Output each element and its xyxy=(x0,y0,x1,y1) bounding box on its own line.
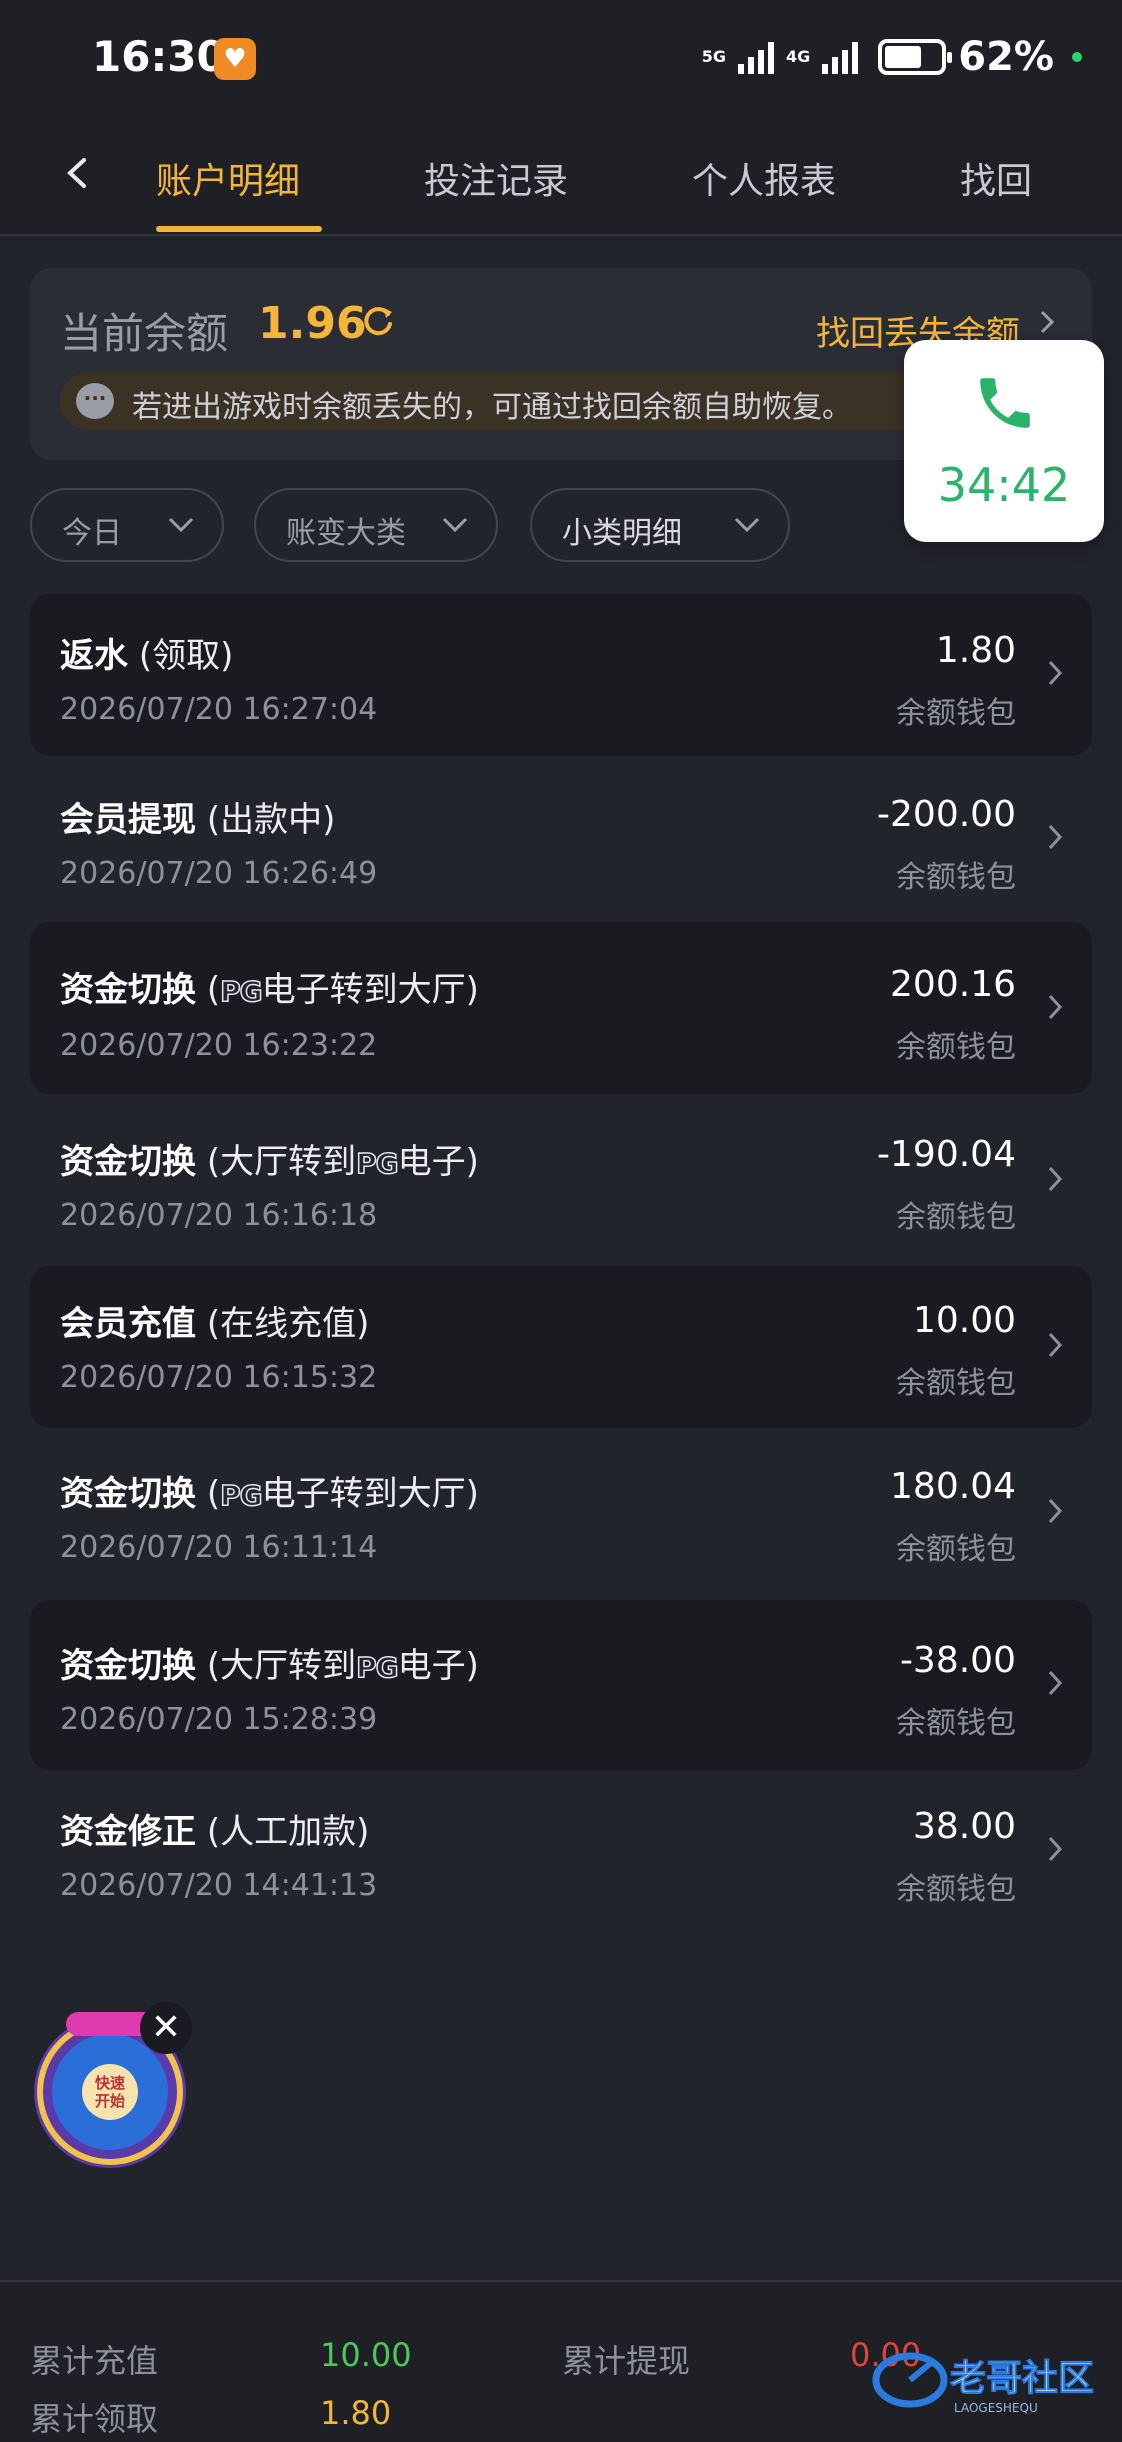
svg-text:LAOGESHEQU: LAOGESHEQU xyxy=(954,2401,1038,2415)
transaction-amount: -38.00 xyxy=(899,1640,1016,1681)
network-4g-label: 4G xyxy=(785,47,811,66)
transaction-row[interactable]: 资金切换 (大厅转到PG电子) 2026/07/20 16:16:18 -190… xyxy=(30,1100,1092,1266)
filter-subcategory-label: 小类明细 xyxy=(562,516,682,551)
pg-logo: PG xyxy=(355,1650,399,1685)
transaction-title: 会员提现 (出款中) xyxy=(60,800,336,840)
chevron-right-icon xyxy=(1048,1836,1063,1862)
transaction-amount: -190.04 xyxy=(877,1134,1016,1175)
transaction-time: 2026/07/20 16:26:49 xyxy=(60,856,378,891)
transaction-title: 资金切换 (大厅转到PG电子) xyxy=(60,1142,479,1182)
back-button[interactable] xyxy=(58,148,98,198)
transaction-time: 2026/07/20 16:23:22 xyxy=(60,1028,378,1063)
tab-recover[interactable]: 找回 xyxy=(960,152,1032,204)
chat-bubble-icon: ··· xyxy=(76,383,114,419)
filter-date[interactable]: 今日 xyxy=(30,488,224,562)
nav-bar: 账户明细 投注记录 个人报表 找回 xyxy=(0,118,1122,236)
transaction-time: 2026/07/20 16:15:32 xyxy=(60,1360,378,1395)
filter-category-label: 账变大类 xyxy=(286,516,406,551)
balance-label: 当前余额 xyxy=(60,309,229,358)
balance-amount: 1.96 xyxy=(258,298,367,349)
transaction-time: 2026/07/20 14:41:13 xyxy=(60,1868,378,1903)
chevron-right-icon xyxy=(1048,660,1063,686)
svg-text:开始: 开始 xyxy=(95,2092,125,2110)
filter-subcategory[interactable]: 小类明细 xyxy=(530,488,790,562)
transaction-title: 资金切换 (PG电子转到大厅) xyxy=(60,1474,479,1514)
total-deposit-label: 累计充值 xyxy=(30,2342,159,2380)
chevron-right-icon xyxy=(1048,1166,1063,1192)
chevron-right-icon xyxy=(1048,1670,1063,1696)
pg-logo: PG xyxy=(219,1478,263,1513)
tab-personal-report[interactable]: 个人报表 xyxy=(692,152,836,204)
transaction-row[interactable]: 返水 (领取) 2026/07/20 16:27:04 1.80 余额钱包 xyxy=(30,594,1092,756)
chevron-down-icon xyxy=(168,517,194,533)
game-badge-label: 快速 xyxy=(95,2074,125,2092)
transaction-row[interactable]: 资金切换 (PG电子转到大厅) 2026/07/20 16:23:22 200.… xyxy=(30,922,1092,1094)
pg-logo: PG xyxy=(219,974,263,1009)
transaction-title: 资金切换 (大厅转到PG电子) xyxy=(60,1646,479,1686)
transaction-wallet: 余额钱包 xyxy=(896,1872,1016,1907)
chevron-right-icon xyxy=(1048,824,1063,850)
transaction-wallet: 余额钱包 xyxy=(896,1030,1016,1065)
transaction-time: 2026/07/20 16:27:04 xyxy=(60,692,378,727)
transaction-title: 会员充值 (在线充值) xyxy=(60,1304,370,1344)
svg-text:老哥社区: 老哥社区 xyxy=(950,2358,1094,2399)
tab-account-detail[interactable]: 账户明细 xyxy=(156,152,300,204)
battery-percent: 62% xyxy=(958,34,1054,80)
transaction-title: 资金切换 (PG电子转到大厅) xyxy=(60,970,479,1010)
battery-icon xyxy=(878,39,953,75)
call-duration: 34:42 xyxy=(937,458,1071,512)
transaction-wallet: 余额钱包 xyxy=(896,696,1016,731)
transaction-title: 返水 (领取) xyxy=(60,636,234,676)
status-indicators: 5G 4G 62% xyxy=(702,32,1082,82)
status-dot-icon xyxy=(1072,52,1082,62)
call-widget[interactable]: 34:42 xyxy=(904,340,1104,542)
status-bar: 16:30 ♥ 5G 4G 62% xyxy=(0,0,1122,118)
refresh-icon[interactable] xyxy=(358,302,398,342)
tab-bet-records[interactable]: 投注记录 xyxy=(424,152,568,204)
watermark-logo: 老哥社区 LAOGESHEQU xyxy=(872,2352,1095,2415)
heart-app-icon: ♥ xyxy=(214,38,256,80)
transaction-row[interactable]: 会员提现 (出款中) 2026/07/20 16:26:49 -200.00 余… xyxy=(30,758,1092,920)
transaction-row[interactable]: 资金切换 (大厅转到PG电子) 2026/07/20 15:28:39 -38.… xyxy=(30,1600,1092,1770)
transaction-wallet: 余额钱包 xyxy=(896,1532,1016,1567)
transaction-amount: 10.00 xyxy=(912,1300,1016,1341)
transaction-amount: 1.80 xyxy=(935,630,1016,671)
chevron-right-icon xyxy=(1048,994,1063,1020)
total-withdraw-label: 累计提现 xyxy=(562,2342,691,2380)
network-5g-label: 5G xyxy=(701,47,726,66)
transaction-row[interactable]: 资金修正 (人工加款) 2026/07/20 14:41:13 38.00 余额… xyxy=(30,1770,1092,1940)
transaction-amount: 38.00 xyxy=(912,1806,1016,1847)
transaction-time: 2026/07/20 16:16:18 xyxy=(60,1198,378,1233)
chevron-down-icon xyxy=(442,517,468,533)
transaction-amount: -200.00 xyxy=(877,794,1016,835)
tab-active-indicator xyxy=(156,226,322,232)
chevron-down-icon xyxy=(734,517,760,533)
phone-icon xyxy=(980,378,1030,428)
transaction-row[interactable]: 资金切换 (PG电子转到大厅) 2026/07/20 16:11:14 180.… xyxy=(30,1432,1092,1598)
transaction-time: 2026/07/20 16:11:14 xyxy=(60,1530,378,1565)
transaction-time: 2026/07/20 15:28:39 xyxy=(60,1702,378,1737)
transaction-amount: 200.16 xyxy=(890,964,1016,1005)
transaction-wallet: 余额钱包 xyxy=(896,1200,1016,1235)
chevron-right-icon xyxy=(1048,1498,1063,1524)
transaction-wallet: 余额钱包 xyxy=(896,1366,1016,1401)
total-deposit-value: 10.00 xyxy=(320,2336,412,2374)
signal-4g-icon xyxy=(822,40,859,74)
chevron-right-icon xyxy=(1048,1332,1063,1358)
chevron-left-icon xyxy=(67,158,86,188)
transaction-wallet: 余额钱包 xyxy=(896,860,1016,895)
close-game-badge-button[interactable]: ✕ xyxy=(140,2002,192,2054)
transaction-amount: 180.04 xyxy=(890,1466,1016,1507)
pg-logo: PG xyxy=(355,1146,399,1181)
transaction-title: 资金修正 (人工加款) xyxy=(60,1812,370,1852)
status-time: 16:30 xyxy=(92,32,226,81)
total-claim-value: 1.80 xyxy=(320,2394,392,2432)
filter-category[interactable]: 账变大类 xyxy=(254,488,498,562)
filter-date-label: 今日 xyxy=(62,516,122,551)
notice-text: 若进出游戏时余额丢失的，可通过找回余额自助恢复。 xyxy=(132,390,852,425)
total-claim-label: 累计领取 xyxy=(30,2400,159,2438)
signal-5g-icon xyxy=(737,40,774,74)
transaction-row[interactable]: 会员充值 (在线充值) 2026/07/20 16:15:32 10.00 余额… xyxy=(30,1266,1092,1428)
transaction-wallet: 余额钱包 xyxy=(896,1706,1016,1741)
